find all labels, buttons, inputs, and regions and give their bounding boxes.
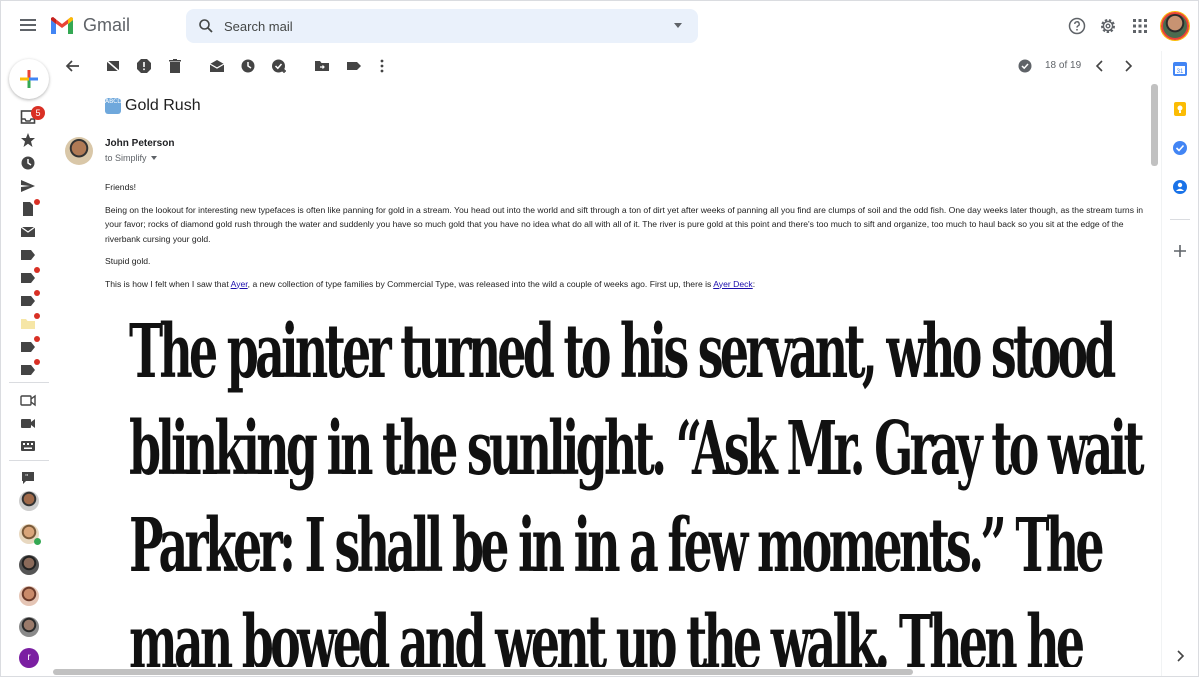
contact-avatar[interactable] xyxy=(19,555,39,575)
search-icon[interactable] xyxy=(198,18,214,34)
check-icon[interactable] xyxy=(1017,58,1033,74)
back-icon[interactable] xyxy=(65,58,81,74)
add-task-icon[interactable] xyxy=(271,58,287,74)
contact-avatar[interactable] xyxy=(19,586,39,606)
compose-plus-icon xyxy=(20,70,38,88)
label-icon[interactable] xyxy=(346,58,362,74)
snooze-icon[interactable] xyxy=(240,58,256,74)
inbox-unread-badge: 5 xyxy=(31,106,45,120)
folder-icon[interactable] xyxy=(20,316,36,332)
label-icon[interactable] xyxy=(20,293,36,309)
scroll-thumb[interactable] xyxy=(53,669,913,675)
sender-avatar[interactable] xyxy=(65,137,93,165)
starred-icon[interactable] xyxy=(20,132,36,148)
more-icon[interactable] xyxy=(374,58,390,74)
move-to-icon[interactable] xyxy=(314,58,330,74)
label-icon[interactable] xyxy=(20,339,36,355)
prev-icon[interactable] xyxy=(1092,58,1108,74)
text-span: This is how I felt when I saw that xyxy=(105,278,231,289)
gmail-window: Gmail Search mail 5 " r 18 of 19 ABCD Go… xyxy=(0,0,1199,677)
keep-icon[interactable] xyxy=(1172,101,1188,117)
compose-button[interactable] xyxy=(9,59,49,99)
recipient-line[interactable]: to Simplify xyxy=(105,153,157,163)
label-dot xyxy=(34,313,40,319)
keyboard-icon[interactable] xyxy=(20,438,36,454)
delete-icon[interactable] xyxy=(167,58,183,74)
ayer-deck-link[interactable]: Ayer Deck xyxy=(713,279,752,289)
scroll-thumb[interactable] xyxy=(1151,84,1158,166)
app-name: Gmail xyxy=(83,15,131,35)
next-icon[interactable] xyxy=(1120,58,1136,74)
calendar-icon[interactable]: 31 xyxy=(1172,61,1188,77)
label-icon[interactable] xyxy=(20,362,36,378)
new-meeting-icon[interactable] xyxy=(20,392,36,408)
search-input[interactable] xyxy=(224,9,644,43)
online-status-icon xyxy=(34,538,41,545)
add-icon[interactable] xyxy=(1172,243,1188,259)
specimen-line: man bowed and went up the walk. Then he xyxy=(129,600,1085,667)
text-span: , a new collection of type families by C… xyxy=(247,278,714,289)
contact-avatar-letter[interactable]: r xyxy=(19,648,39,668)
body-paragraph: Friends! xyxy=(105,182,137,192)
report-spam-icon[interactable] xyxy=(136,58,152,74)
svg-text:": " xyxy=(25,473,28,481)
body-paragraph: Being on the lookout for interesting new… xyxy=(105,204,1144,244)
contact-avatar[interactable] xyxy=(19,617,39,637)
vertical-scrollbar[interactable] xyxy=(1148,82,1160,667)
specimen-line: The painter turned to his servant, who s… xyxy=(129,309,1116,395)
label-icon[interactable] xyxy=(20,270,36,286)
abcd-emoji-icon: ABCD xyxy=(105,98,122,114)
ayer-link[interactable]: Ayer xyxy=(231,279,248,289)
label-dot xyxy=(34,267,40,273)
body-paragraph: Stupid gold. xyxy=(105,256,151,266)
tasks-icon[interactable] xyxy=(1172,140,1188,156)
chat-icon[interactable]: " xyxy=(20,470,36,486)
account-avatar[interactable] xyxy=(1161,12,1189,40)
side-panel-divider xyxy=(1170,219,1190,220)
apps-icon[interactable] xyxy=(1131,17,1149,35)
drafts-dot xyxy=(34,199,40,205)
label-dot xyxy=(34,336,40,342)
label-dot xyxy=(34,290,40,296)
message-view: ABCD Gold Rush John Peterson to Simplify… xyxy=(57,82,1146,667)
svg-text:31: 31 xyxy=(1177,69,1184,75)
snoozed-icon[interactable] xyxy=(20,155,36,171)
all-mail-icon[interactable] xyxy=(20,224,36,240)
typeface-specimen-image: The painter turned to his servant, who s… xyxy=(129,304,1146,667)
sender-name[interactable]: John Peterson xyxy=(105,138,174,149)
settings-icon[interactable] xyxy=(1099,17,1117,35)
message-body: Friends! Being on the lookout for intere… xyxy=(105,180,1146,291)
recipient-details-icon[interactable] xyxy=(150,156,157,160)
subject-line: ABCD Gold Rush xyxy=(105,97,201,115)
body-paragraph: This is how I felt when I saw that Ayer,… xyxy=(105,277,1146,292)
archive-icon[interactable] xyxy=(105,58,121,74)
contact-avatar[interactable] xyxy=(19,491,39,511)
horizontal-scrollbar[interactable] xyxy=(53,667,1153,676)
recipient-text: to Simplify xyxy=(105,153,147,163)
rail-divider xyxy=(9,460,49,461)
gmail-logo[interactable]: Gmail xyxy=(49,15,130,36)
rail-divider xyxy=(9,382,49,383)
side-panel: 31 xyxy=(1161,51,1198,676)
mark-unread-icon[interactable] xyxy=(209,58,225,74)
specimen-line: blinking in the sunlight. “Ask Mr. Gray … xyxy=(129,406,1145,492)
search-options-icon[interactable] xyxy=(674,23,682,28)
sent-icon[interactable] xyxy=(20,178,36,194)
label-icon[interactable] xyxy=(20,247,36,263)
contacts-icon[interactable] xyxy=(1172,179,1188,195)
text-span: : xyxy=(752,278,756,289)
video-icon[interactable] xyxy=(20,415,36,431)
label-dot xyxy=(34,359,40,365)
specimen-line: Parker: I shall be in in a few moments.”… xyxy=(129,503,1105,589)
gmail-m-icon xyxy=(51,16,73,34)
expand-icon[interactable] xyxy=(1172,648,1188,664)
hamburger-icon[interactable] xyxy=(18,16,38,36)
subject-text: Gold Rush xyxy=(125,97,201,114)
pager-count: 18 of 19 xyxy=(1045,60,1082,71)
left-rail: 5 " r xyxy=(1,51,57,676)
message-toolbar: 18 of 19 xyxy=(57,51,1146,82)
search-bar[interactable] xyxy=(186,9,698,43)
top-bar: Gmail xyxy=(1,1,1198,51)
help-icon[interactable] xyxy=(1068,17,1086,35)
